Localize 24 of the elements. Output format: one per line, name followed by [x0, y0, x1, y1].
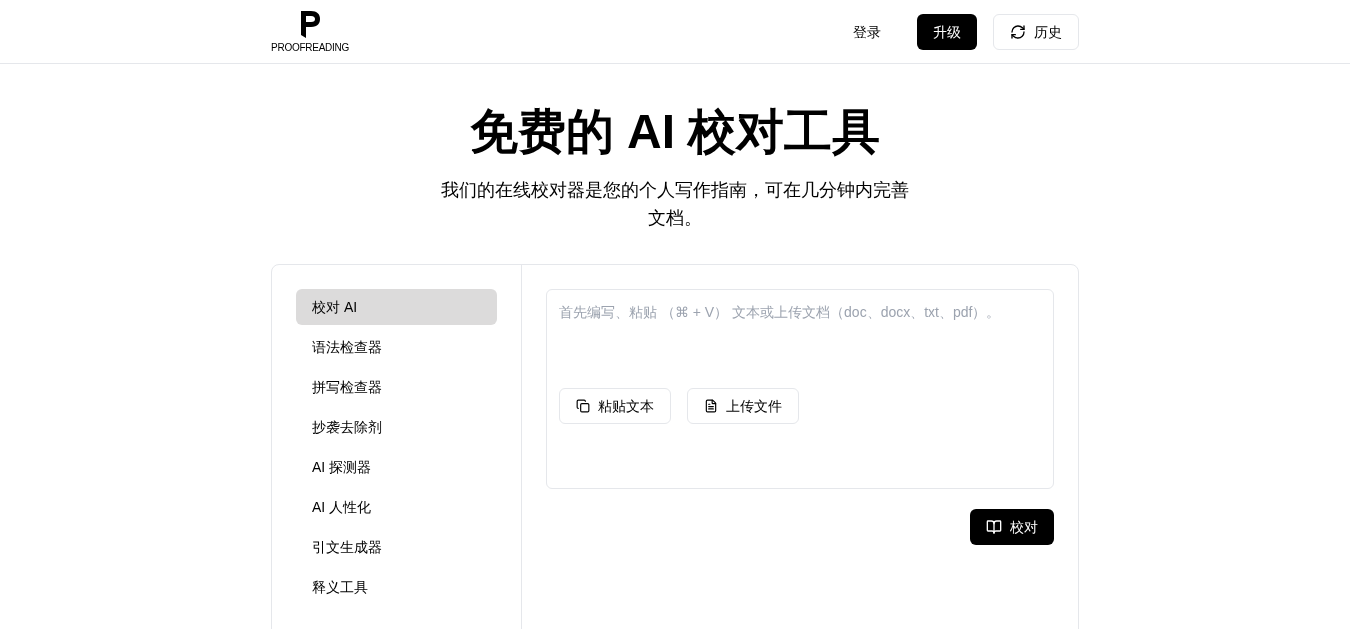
proofread-button[interactable]: 校对	[970, 509, 1054, 545]
sidebar-item[interactable]: 抄袭去除剂	[296, 409, 497, 445]
sidebar-item[interactable]: 拼写检查器	[296, 369, 497, 405]
refresh-icon	[1010, 23, 1026, 40]
logo-icon	[298, 8, 323, 38]
sidebar-item[interactable]: AI 人性化	[296, 489, 497, 525]
sidebar-item[interactable]: 语法检查器	[296, 329, 497, 365]
login-button[interactable]: 登录	[841, 13, 893, 50]
sidebar-item[interactable]: 引文生成器	[296, 529, 497, 565]
paste-text-button[interactable]: 粘贴文本	[559, 388, 671, 424]
upload-file-button[interactable]: 上传文件	[687, 388, 799, 424]
upgrade-button[interactable]: 升级	[917, 13, 977, 50]
text-input-placeholder: 首先编写、粘贴 （⌘ + V） 文本或上传文档（doc、docx、txt、pdf）。	[559, 303, 1002, 322]
page-title: 免费的 AI 校对工具	[469, 108, 881, 156]
logo-text: PROOFREADING	[271, 41, 350, 55]
book-icon	[986, 519, 1002, 535]
sidebar-item[interactable]: AI 探测器	[296, 449, 497, 485]
history-button[interactable]: 历史	[993, 13, 1079, 50]
file-icon	[704, 399, 718, 413]
sidebar-item[interactable]: 释义工具	[296, 569, 497, 605]
copy-icon	[576, 399, 590, 413]
page-subtitle: 我们的在线校对器是您的个人写作指南，可在几分钟内完善文档。	[440, 179, 910, 230]
sidebar-item[interactable]: 校对 AI	[296, 289, 497, 325]
text-input-area[interactable]: 首先编写、粘贴 （⌘ + V） 文本或上传文档（doc、docx、txt、pdf）。 粘贴文本 上传文件	[546, 289, 1054, 489]
